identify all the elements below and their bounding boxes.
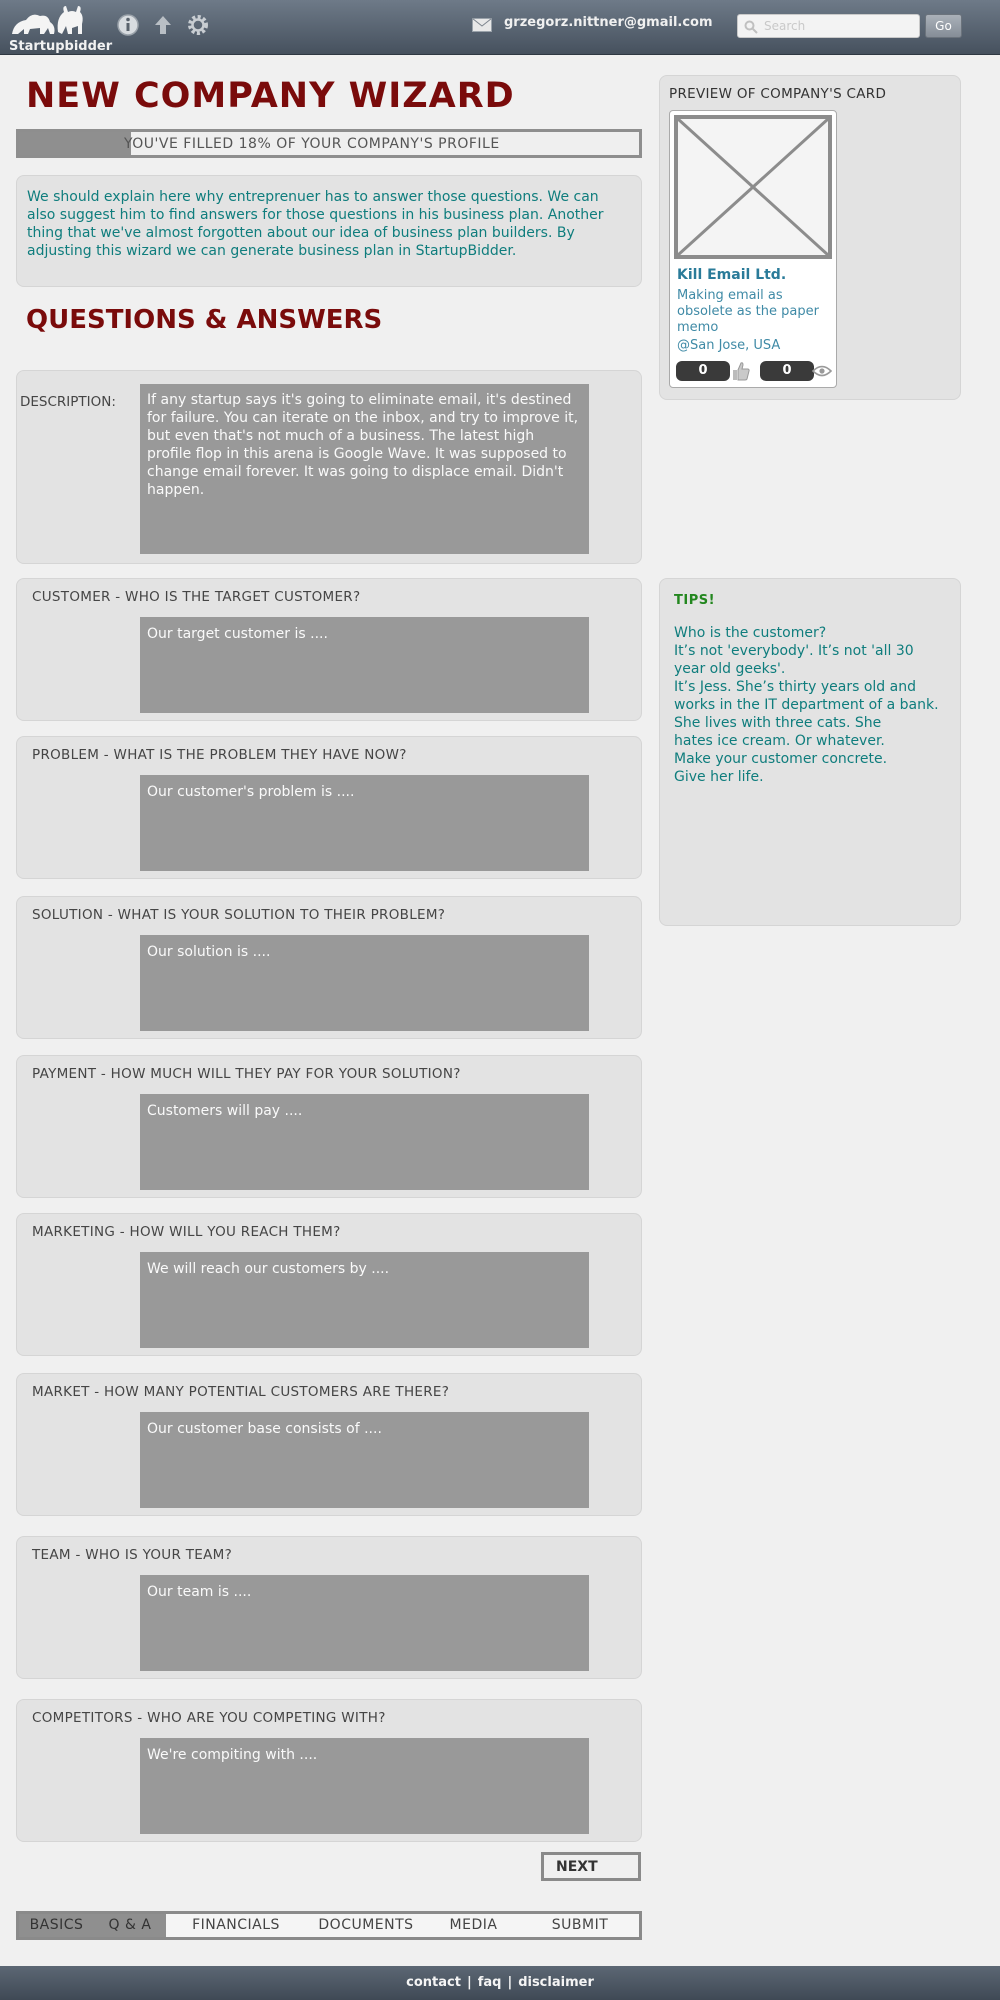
question-panel-market: MARKET - HOW MANY POTENTIAL CUSTOMERS AR…: [16, 1373, 642, 1516]
answer-textarea-solution[interactable]: Our solution is ....: [140, 935, 589, 1031]
footer-separator: |: [507, 1975, 513, 1990]
tips-line: hates ice cream. Or whatever.: [674, 733, 885, 749]
info-icon[interactable]: [116, 13, 140, 37]
footer-link-disclaimer[interactable]: disclaimer: [518, 1975, 594, 1990]
question-label-market: MARKET - HOW MANY POTENTIAL CUSTOMERS AR…: [32, 1384, 450, 1400]
tips-panel: TIPS! Who is the customer? It’s not 'eve…: [659, 578, 961, 926]
next-button[interactable]: NEXT: [541, 1852, 641, 1881]
question-label-customer: CUSTOMER - WHO IS THE TARGET CUSTOMER?: [32, 589, 361, 605]
eye-icon: [812, 365, 832, 377]
page-title: NEW COMPANY WIZARD: [26, 76, 515, 116]
likes-count: 0: [676, 361, 730, 381]
gear-icon[interactable]: [186, 13, 210, 37]
search-box: [737, 14, 920, 38]
footer: contact | faq | disclaimer: [0, 1966, 1000, 2000]
step-q-and-a[interactable]: Q & A: [94, 1914, 166, 1937]
step-media[interactable]: MEDIA: [426, 1914, 521, 1937]
image-placeholder-icon: [674, 115, 832, 259]
answer-textarea-competitors[interactable]: We're compiting with ....: [140, 1738, 589, 1834]
section-title: QUESTIONS & ANSWERS: [26, 305, 383, 335]
company-location: @San Jose, USA: [677, 338, 781, 353]
intro-panel: We should explain here why entreprenuer …: [16, 175, 642, 287]
logo-text[interactable]: Startupbidder: [9, 39, 112, 54]
answer-textarea-team[interactable]: Our team is ....: [140, 1575, 589, 1671]
progress-text: YOU'VE FILLED 18% OF YOUR COMPANY'S PROF…: [124, 136, 500, 152]
upload-arrow-icon[interactable]: [151, 13, 175, 37]
tips-line: It’s Jess. She’s thirty years old and wo…: [674, 679, 939, 731]
progress-fill: [19, 132, 131, 155]
question-label-payment: PAYMENT - HOW MUCH WILL THEY PAY FOR YOU…: [32, 1066, 461, 1082]
step-financials[interactable]: FINANCIALS: [166, 1914, 306, 1937]
question-label-solution: SOLUTION - WHAT IS YOUR SOLUTION TO THEI…: [32, 907, 446, 923]
mail-icon: [472, 18, 492, 32]
company-name[interactable]: Kill Email Ltd.: [677, 267, 786, 283]
tips-line: Who is the customer?: [674, 625, 827, 641]
description-label: DESCRIPTION:: [20, 394, 116, 410]
tips-line: Make your customer concrete.: [674, 751, 888, 767]
search-icon: [744, 20, 758, 34]
answer-textarea-problem[interactable]: Our customer's problem is ....: [140, 775, 589, 871]
search-input[interactable]: [764, 17, 914, 35]
footer-separator: |: [466, 1975, 472, 1990]
footer-link-faq[interactable]: faq: [478, 1975, 502, 1990]
question-label-team: TEAM - WHO IS YOUR TEAM?: [32, 1547, 233, 1563]
question-panel-marketing: MARKETING - HOW WILL YOU REACH THEM? We w…: [16, 1213, 642, 1356]
tips-body: Who is the customer? It’s not 'everybody…: [674, 624, 946, 786]
user-email[interactable]: grzegorz.nittner@gmail.com: [504, 15, 713, 30]
step-submit[interactable]: SUBMIT: [521, 1914, 639, 1937]
footer-link-contact[interactable]: contact: [406, 1975, 461, 1990]
question-label-competitors: COMPETITORS - WHO ARE YOU COMPETING WITH…: [32, 1710, 386, 1726]
question-panel-competitors: COMPETITORS - WHO ARE YOU COMPETING WITH…: [16, 1699, 642, 1842]
answer-textarea-payment[interactable]: Customers will pay ....: [140, 1094, 589, 1190]
intro-text: We should explain here why entreprenuer …: [27, 189, 604, 259]
tips-line: Give her life.: [674, 769, 764, 785]
company-card[interactable]: Kill Email Ltd. Making email as obsolete…: [669, 110, 837, 388]
search-go-button[interactable]: Go: [925, 14, 962, 38]
question-panel-team: TEAM - WHO IS YOUR TEAM? Our team is ....: [16, 1536, 642, 1679]
answer-textarea-marketing[interactable]: We will reach our customers by ....: [140, 1252, 589, 1348]
question-panel-payment: PAYMENT - HOW MUCH WILL THEY PAY FOR YOU…: [16, 1055, 642, 1198]
answer-textarea-customer[interactable]: Our target customer is ....: [140, 617, 589, 713]
thumbs-up-icon[interactable]: [732, 361, 750, 381]
top-navigation-bar: Startupbidder grzegorz.nittner@gmail.com…: [0, 0, 1000, 55]
description-textarea[interactable]: If any startup says it's going to elimin…: [140, 384, 589, 554]
question-label-marketing: MARKETING - HOW WILL YOU REACH THEM?: [32, 1224, 341, 1240]
preview-title: PREVIEW OF COMPANY'S CARD: [669, 86, 887, 102]
step-documents[interactable]: DOCUMENTS: [306, 1914, 426, 1937]
company-tagline: Making email as obsolete as the paper me…: [677, 288, 819, 335]
company-card-preview-panel: PREVIEW OF COMPANY'S CARD Kill Email Ltd…: [659, 75, 961, 400]
views-count: 0: [760, 361, 814, 381]
tips-line: It’s not 'everybody'. It’s not 'all 30 y…: [674, 643, 914, 677]
wizard-steps-bar: BASICS Q & A FINANCIALS DOCUMENTS MEDIA …: [16, 1911, 642, 1940]
question-panel-problem: PROBLEM - WHAT IS THE PROBLEM THEY HAVE …: [16, 736, 642, 879]
question-panel-customer: CUSTOMER - WHO IS THE TARGET CUSTOMER? Ou…: [16, 578, 642, 721]
step-basics[interactable]: BASICS: [19, 1914, 94, 1937]
profile-progress-bar: YOU'VE FILLED 18% OF YOUR COMPANY'S PROF…: [16, 129, 642, 158]
tips-title: TIPS!: [674, 593, 716, 608]
answer-textarea-market[interactable]: Our customer base consists of ....: [140, 1412, 589, 1508]
question-label-problem: PROBLEM - WHAT IS THE PROBLEM THEY HAVE …: [32, 747, 407, 763]
question-panel-solution: SOLUTION - WHAT IS YOUR SOLUTION TO THEI…: [16, 896, 642, 1039]
description-panel: DESCRIPTION: If any startup says it's go…: [16, 370, 642, 564]
